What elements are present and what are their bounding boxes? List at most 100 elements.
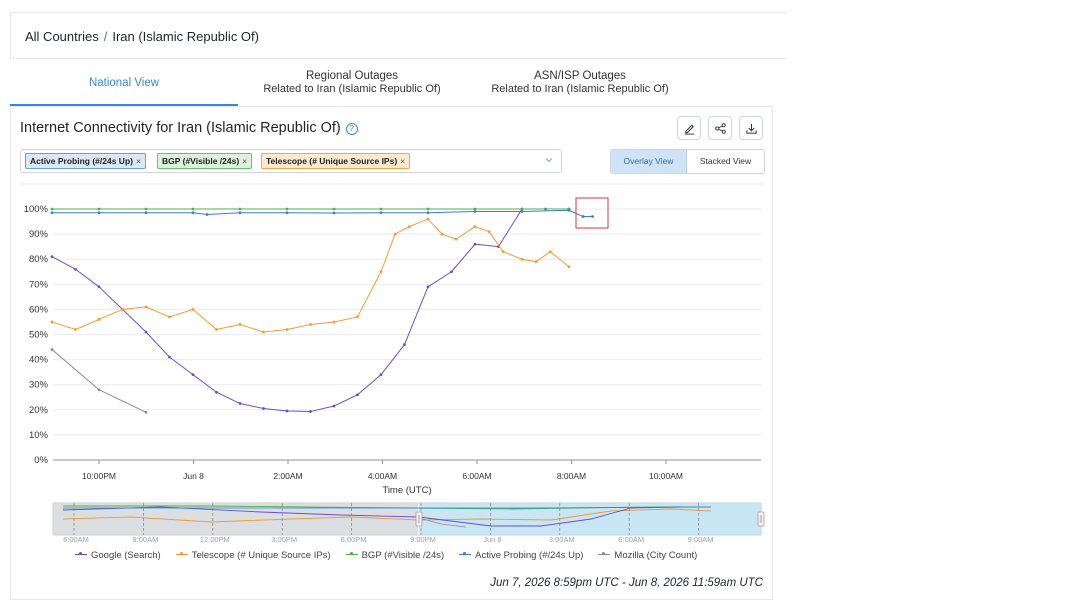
legend-item[interactable]: Google (Search) (75, 550, 161, 561)
data-point (97, 388, 101, 392)
legend-item[interactable]: Telescope (# Unique Source IPs) (175, 550, 331, 561)
connectivity-panel: Internet Connectivity for Iran (Islamic … (10, 106, 773, 600)
breadcrumb: All Countries / Iran (Islamic Republic Of) (25, 29, 259, 44)
data-point (403, 343, 406, 346)
data-point (501, 250, 505, 254)
data-point (191, 308, 195, 311)
data-point (215, 328, 218, 331)
legend-item[interactable]: Active Probing (#/24s Up) (459, 550, 583, 561)
y-tick-label: 20% (29, 405, 49, 416)
data-point (520, 207, 524, 211)
legend-item[interactable]: BGP (#Visible /24s) (345, 550, 444, 561)
data-point (356, 315, 359, 319)
legend-label: Active Probing (#/24s Up) (475, 550, 584, 561)
navigator-tick-label: 9:00PM (410, 535, 436, 544)
data-point (97, 285, 101, 289)
connectivity-chart[interactable]: 0% 10% 20% 30% 40% 50% 60% 70% 80% 90% 100% 10:00PM… (11, 107, 774, 547)
breadcrumb-separator: / (103, 29, 108, 44)
data-point (309, 410, 312, 413)
y-tick-label: 50% (29, 330, 49, 341)
navigator-tick-label: 6:00AM (618, 535, 644, 544)
navigator-tick-label: 9:00AM (688, 535, 714, 544)
data-point (238, 207, 242, 211)
data-point (567, 208, 571, 212)
tab-asn-isp-outages[interactable]: ASN/ISP Outages Related to Iran (Islamic… (470, 66, 690, 106)
data-point (440, 232, 444, 236)
data-point (356, 393, 359, 397)
tab-sublabel: Related to Iran (Islamic Republic Of) (491, 83, 669, 95)
data-point (591, 215, 594, 218)
x-tick-label: 10:00PM (82, 471, 116, 481)
data-point (238, 323, 242, 326)
data-point (379, 373, 383, 377)
series-line (51, 218, 570, 333)
legend-item[interactable]: Mozilla (City Count) (598, 550, 697, 561)
data-point (121, 308, 124, 311)
tab-sublabel: Related to Iran (Islamic Republic Of) (263, 83, 441, 95)
tab-label: National View (88, 77, 160, 89)
tab-national-view[interactable]: National View (10, 66, 238, 106)
data-point (285, 328, 289, 331)
data-point (450, 270, 453, 274)
data-point (520, 210, 524, 213)
data-point (285, 211, 289, 215)
data-point (74, 328, 77, 331)
data-point (144, 207, 148, 211)
data-point (191, 211, 195, 215)
y-tick-label: 0% (34, 455, 48, 466)
data-point (50, 255, 54, 259)
data-point (426, 217, 430, 221)
navigator-tick-label: 12:00PM (200, 535, 230, 544)
y-tick-label: 30% (29, 380, 49, 391)
data-point (379, 211, 383, 215)
data-point (487, 230, 491, 233)
view-tabs: National View Regional Outages Related t… (10, 66, 773, 106)
y-tick-label: 10% (29, 430, 49, 441)
y-tick-label: 70% (29, 279, 49, 290)
data-point (50, 348, 54, 351)
navigator-tick-label: Jun 8 (483, 535, 501, 544)
data-point (407, 225, 411, 228)
data-point (238, 402, 242, 405)
x-axis-title: Time (UTC) (382, 485, 431, 496)
data-point (393, 232, 397, 236)
data-point (534, 260, 538, 264)
navigator-handle[interactable] (415, 511, 423, 527)
data-point (285, 207, 289, 211)
breadcrumb-root-link[interactable]: All Countries (25, 29, 99, 44)
x-tick-label: 6:00AM (462, 471, 491, 481)
anomaly-highlight-box (575, 197, 609, 229)
data-point (454, 237, 458, 241)
y-tick-label: 60% (29, 304, 49, 315)
legend-label: Google (Search) (91, 550, 161, 561)
data-point (332, 207, 336, 211)
legend-marker-icon (75, 551, 87, 557)
data-point (567, 265, 571, 269)
legend-marker-icon (175, 551, 188, 557)
x-tick-label: 2:00AM (273, 471, 302, 481)
data-point (205, 213, 209, 216)
x-tick-label: 10:00AM (649, 471, 683, 481)
data-point (74, 267, 77, 271)
data-point (426, 207, 430, 211)
series-line (51, 208, 569, 413)
y-tick-label: 40% (29, 355, 49, 366)
navigator-tick-label: 6:00PM (341, 535, 367, 544)
data-point (168, 315, 171, 319)
data-point (144, 305, 148, 309)
legend-label: Telescope (# Unique Source IPs) (191, 550, 331, 561)
data-point (168, 355, 171, 359)
y-tick-label: 80% (29, 254, 49, 265)
data-point (379, 270, 383, 274)
y-tick-label: 90% (29, 229, 49, 240)
tab-regional-outages[interactable]: Regional Outages Related to Iran (Islami… (240, 66, 464, 106)
navigator-handle[interactable] (757, 511, 765, 527)
chart-legend: Google (Search) Telescope (# Unique Sourc… (75, 550, 712, 562)
legend-marker-icon (345, 551, 358, 557)
data-point (379, 207, 383, 211)
data-point (191, 373, 195, 377)
data-point (144, 410, 148, 414)
data-point (262, 330, 265, 334)
data-point (50, 207, 54, 211)
navigator-tick-label: 3:00AM (549, 535, 575, 544)
